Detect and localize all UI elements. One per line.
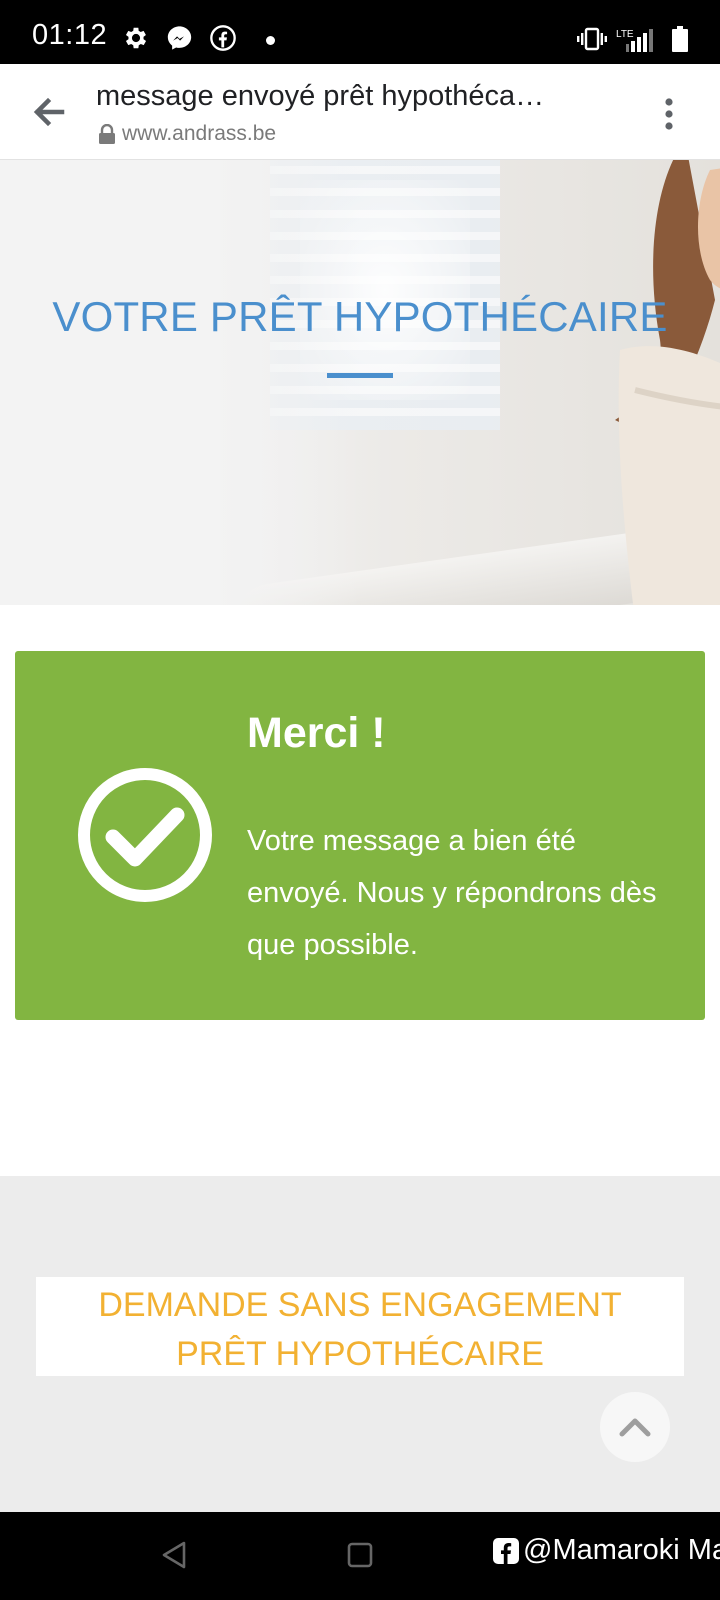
url-row[interactable]: www.andrass.be	[98, 122, 276, 146]
facebook-logo-icon	[493, 1537, 519, 1564]
watermark: @Mamaroki Ma	[493, 1534, 720, 1567]
hero-banner: VOTRE PRÊT HYPOTHÉCAIRE	[0, 160, 720, 605]
hero-fade-overlay	[0, 160, 360, 605]
status-bar: 01:12 LTE	[0, 0, 720, 64]
battery-icon	[672, 26, 688, 52]
lock-icon	[99, 124, 115, 144]
hero-title: VOTRE PRÊT HYPOTHÉCAIRE	[52, 293, 668, 340]
nav-home-icon[interactable]	[347, 1542, 373, 1568]
check-circle-icon	[78, 768, 212, 902]
chevron-up-icon	[619, 1418, 651, 1437]
system-nav-bar: @Mamaroki Ma	[0, 1512, 720, 1600]
cta-section: DEMANDE SANS ENGAGEMENT PRÊT HYPOTHÉCAIR…	[0, 1176, 720, 1512]
lte-signal-icon: LTE	[616, 29, 653, 52]
nav-back-icon[interactable]	[160, 1540, 188, 1570]
url-text: www.andrass.be	[122, 122, 277, 145]
success-heading: Merci !	[247, 709, 386, 757]
notification-dot-icon	[266, 36, 275, 45]
vibrate-icon	[577, 27, 607, 51]
cta-line-2: PRÊT HYPOTHÉCAIRE	[176, 1335, 544, 1373]
screen: 01:12 LTE message envoyé prêt hypothéca……	[0, 0, 720, 1600]
hero-title-underline	[327, 373, 393, 378]
status-time: 01:12	[32, 19, 108, 51]
more-vert-icon[interactable]	[654, 94, 684, 134]
page-title[interactable]: message envoyé prêt hypothéca…	[96, 80, 596, 113]
settings-icon	[125, 27, 147, 49]
success-message-text: Votre message a bien été envoyé. Nous y …	[247, 825, 657, 961]
watermark-text: @Mamaroki Ma	[523, 1534, 720, 1566]
cta-line-1: DEMANDE SANS ENGAGEMENT	[98, 1286, 622, 1324]
hero-woman-photo	[615, 160, 720, 605]
success-message-card: Merci ! Votre message a bien été envoyé.…	[15, 651, 705, 1020]
messenger-icon	[167, 26, 192, 50]
cta-button[interactable]: DEMANDE SANS ENGAGEMENT PRÊT HYPOTHÉCAIR…	[36, 1277, 684, 1376]
back-arrow-icon[interactable]	[26, 90, 70, 134]
browser-toolbar: message envoyé prêt hypothéca… www.andra…	[0, 64, 720, 160]
lte-label: LTE	[616, 29, 634, 40]
facebook-icon	[210, 25, 236, 51]
scroll-to-top-button[interactable]	[600, 1392, 670, 1462]
